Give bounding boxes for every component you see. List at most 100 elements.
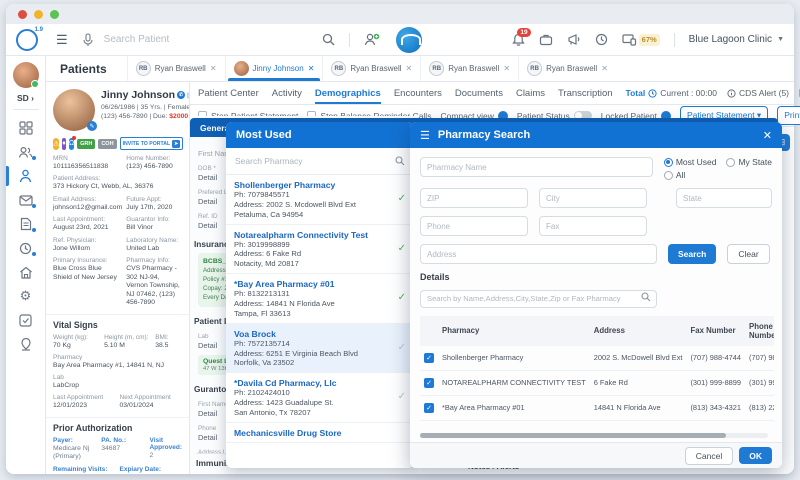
search-button[interactable]: Search [668, 244, 716, 264]
alert-bell-badge-icon[interactable]: Ω [69, 138, 74, 150]
announcement-icon[interactable] [567, 33, 581, 46]
details-search-input[interactable] [420, 290, 657, 308]
print-fax-button[interactable]: Print / Fax ▾ [777, 106, 800, 125]
address-input[interactable] [420, 244, 657, 264]
row-checkbox-checked[interactable]: ✓ [424, 403, 434, 413]
address-value: 373 Hickory Ct, Webb, AL, 36376 [53, 183, 182, 191]
clear-button[interactable]: Clear [727, 244, 769, 264]
patient-tab[interactable]: RB Ryan Braswell ✕ [127, 56, 225, 81]
rail-documents-icon[interactable] [6, 212, 46, 236]
close-window-button[interactable] [18, 10, 27, 19]
tab-close-icon[interactable]: ✕ [601, 64, 608, 73]
check-icon: ✓ [398, 193, 406, 204]
maximize-window-button[interactable] [50, 10, 59, 19]
minimize-window-button[interactable] [34, 10, 43, 19]
primary-insurance-label: Primary Insurance: [53, 257, 122, 264]
less-link[interactable]: | Less... [187, 92, 190, 99]
radio-my-state[interactable]: My State [726, 157, 772, 167]
modal-title: Pharmacy Search [438, 129, 530, 141]
user-initials[interactable]: SD › [17, 93, 34, 103]
patient-photo-avatar[interactable] [53, 89, 95, 131]
patient-tab-bar: Patients RB Ryan Braswell ✕ Jinny Johnso… [46, 56, 794, 82]
rail-facility-icon[interactable] [6, 260, 46, 284]
rail-messages-icon[interactable] [6, 188, 46, 212]
tab-encounters[interactable]: Encounters [394, 82, 442, 104]
rail-patients-group-icon[interactable] [6, 140, 46, 164]
hamburger-menu-icon[interactable]: ☰ [56, 32, 68, 48]
tab-activity[interactable]: Activity [272, 82, 302, 104]
pharmacy-list-item[interactable]: *Davila Cd Pharmacy, Llc Ph: 2102424010 … [226, 373, 414, 423]
clinic-selector[interactable]: Blue Lagoon Clinic ▼ [689, 34, 784, 45]
patient-tab[interactable]: RB Ryan Braswell ✕ [420, 56, 518, 81]
cancel-button[interactable]: Cancel [685, 447, 733, 465]
pharmacy-list-item[interactable]: *Bay Area Pharmacy #01 Ph: 8132213131 Ad… [226, 274, 414, 324]
tab-documents[interactable]: Documents [455, 82, 503, 104]
patients-label: Patients [46, 62, 127, 76]
app-logo-icon[interactable]: 1.9 [16, 29, 38, 51]
medication-badge-icon[interactable]: ♦ [62, 138, 66, 150]
patient-tab[interactable]: RB Ryan Braswell ✕ [518, 56, 616, 81]
tab-close-icon[interactable]: ✕ [308, 64, 315, 73]
rail-tasks-icon[interactable] [6, 308, 46, 332]
patient-tab-active[interactable]: Jinny Johnson ✕ [225, 56, 323, 81]
pharmacy-list-item[interactable]: Shollenberger Pharmacy Ph: 7079845571 Ad… [226, 175, 414, 225]
row-checkbox-checked[interactable]: ✓ [424, 378, 434, 388]
table-row[interactable]: ✓ NOTAREALPHARM CONNECTIVITY TEST 6 Fake… [420, 370, 774, 395]
vitals-pharmacy-label: Pharmacy [53, 354, 182, 361]
modal-menu-icon[interactable]: ☰ [420, 129, 430, 142]
warning-badge-icon[interactable]: ⚠ [53, 138, 59, 150]
microphone-icon[interactable] [82, 33, 94, 47]
ok-button[interactable]: OK [739, 447, 772, 464]
pharmacy-list-item[interactable]: Notarealpharm Connectivity Test Ph: 3019… [226, 225, 414, 275]
rail-location-icon[interactable] [6, 332, 46, 356]
history-clock-icon[interactable] [595, 33, 608, 46]
invite-to-portal-button[interactable]: INVITE TO PORTAL➤ [120, 137, 184, 150]
table-row[interactable]: ✓ Shollenberger Pharmacy 2002 S. McDowel… [420, 346, 774, 371]
city-input[interactable] [539, 188, 647, 208]
horizontal-scrollbar[interactable] [420, 433, 768, 438]
table-row[interactable]: ✓ *Bay Area Pharmacy #01 14841 N Florida… [420, 395, 774, 420]
tab-avatar: RB [136, 61, 151, 76]
radio-most-used[interactable]: Most Used [664, 157, 717, 167]
fax-input[interactable] [539, 216, 647, 236]
search-icon[interactable] [322, 33, 335, 46]
briefcase-icon[interactable] [539, 33, 553, 46]
add-patient-icon[interactable] [364, 33, 380, 46]
cds-alert-button[interactable]: CDS Alert (5) [727, 88, 789, 98]
pharmacy-list-item-selected[interactable]: Voa Brock Ph: 7572135714 Address: 6251 E… [226, 324, 414, 374]
scrollbar-thumb[interactable] [420, 433, 726, 438]
phone-input[interactable] [420, 216, 528, 236]
search-icon [641, 292, 651, 302]
rail-schedule-icon[interactable] [6, 236, 46, 260]
notifications-bell-icon[interactable]: 19 [512, 33, 525, 47]
left-icon-rail: SD › ⚙ [6, 56, 46, 474]
pharmacy-name-input[interactable] [420, 157, 653, 177]
rail-settings-gear-icon[interactable]: ⚙ [6, 284, 46, 308]
patient-subnav: Patient Center Activity Demographics Enc… [190, 82, 794, 105]
tab-claims[interactable]: Claims [516, 82, 545, 104]
modal-close-icon[interactable]: ✕ [763, 129, 772, 142]
tab-patient-center[interactable]: Patient Center [198, 82, 259, 104]
last-appt-label: Last Appointment: [53, 216, 122, 223]
user-avatar[interactable] [13, 62, 39, 88]
tab-demographics[interactable]: Demographics [315, 82, 381, 104]
search-patient-input[interactable]: Search Patient [104, 34, 294, 45]
tab-close-icon[interactable]: ✕ [406, 64, 413, 73]
tab-close-icon[interactable]: ✕ [210, 64, 217, 73]
phone-icon[interactable]: ✆ [177, 91, 185, 99]
rail-dashboard-icon[interactable] [6, 116, 46, 140]
mrn-label: MRN [53, 155, 122, 162]
clinic-name: Blue Lagoon Clinic [689, 34, 772, 45]
state-input[interactable] [676, 188, 772, 208]
patient-tab[interactable]: RB Ryan Braswell ✕ [322, 56, 420, 81]
pharmacy-list-item[interactable]: Mechanicsville Drug Store [226, 423, 414, 443]
rail-patient-icon[interactable] [6, 164, 46, 188]
tab-transcription[interactable]: Transcription [558, 82, 613, 104]
tab-close-icon[interactable]: ✕ [503, 64, 510, 73]
zip-input[interactable] [420, 188, 528, 208]
most-used-list: Shollenberger Pharmacy Ph: 7079845571 Ad… [226, 175, 414, 468]
most-used-search[interactable]: Search Pharmacy [226, 148, 414, 175]
radio-all[interactable]: All [664, 170, 772, 180]
device-status[interactable]: 67% [622, 33, 660, 46]
row-checkbox-checked[interactable]: ✓ [424, 353, 434, 363]
